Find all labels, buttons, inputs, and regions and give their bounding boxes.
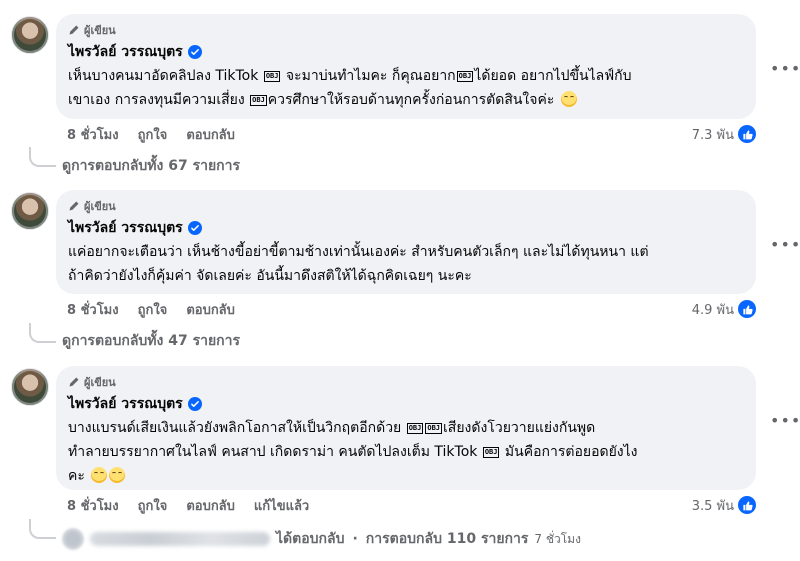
author-name[interactable]: ไพรวัลย์ วรรณบุตร: [68, 41, 183, 63]
comment-text-segment: มันคือการต่อยอดยังไง: [500, 444, 638, 460]
comment-text-segment: คะ: [68, 468, 90, 484]
reply-button[interactable]: ตอบกลับ: [186, 495, 235, 516]
object-replacement-glyph: OBJ: [406, 423, 424, 434]
rolling-eyes-emoji-icon: [91, 467, 108, 483]
like-button[interactable]: ถูกใจ: [138, 495, 168, 516]
separator-dot: ·: [352, 531, 358, 547]
comment-text-segment: ถ้าคิดว่ายังไงก็คุ้มค่า จัดเลยค่ะ อันนี้…: [68, 268, 472, 284]
comment-text-line: เขาเอง การลงทุนมีความเสี่ยง OBJ ควรศึกษาใ…: [68, 88, 744, 112]
thread-connector: [29, 323, 56, 343]
author-name[interactable]: ไพรวัลย์ วรรณบุตร: [68, 393, 183, 415]
reaction-summary[interactable]: 4.9 พัน: [686, 299, 756, 319]
like-button[interactable]: ถูกใจ: [138, 124, 168, 145]
rolling-eyes-emoji-icon: [109, 467, 126, 483]
author-avatar[interactable]: [11, 368, 49, 406]
pencil-icon: [68, 24, 80, 36]
like-reaction-icon: [738, 125, 756, 143]
author-badge-label: ผู้เขียน: [84, 24, 116, 37]
thread-connector: [29, 519, 56, 539]
comment-text-segment: เขาเอง การลงทุนมีความเสี่ยง: [68, 92, 250, 108]
comment-bubble: ผู้เขียนไพรวัลย์ วรรณบุตรแค่อยากจะเตือนว…: [56, 190, 756, 294]
reply-timestamp: 7 ชั่วโมง: [534, 531, 581, 546]
more-options-icon[interactable]: •••: [770, 61, 800, 84]
pencil-icon: [68, 200, 80, 212]
comment-actions: 8 ชั่วโมง ถูกใจ ตอบกลับ: [67, 299, 235, 319]
verified-badge-icon: [187, 221, 202, 235]
more-options-icon[interactable]: •••: [770, 413, 800, 436]
author-name-row: ไพรวัลย์ วรรณบุตร: [68, 41, 202, 63]
like-reaction-icon: [738, 496, 756, 514]
comment-text-segment: ควรศึกษาให้รอบด้านทุกครั้งก่อนการตัดสินใ…: [267, 92, 559, 108]
comment-actions: 8 ชั่วโมง ถูกใจ ตอบกลับ แก้ไขแล้ว: [67, 495, 309, 515]
object-replacement-glyph: OBJ: [263, 71, 281, 82]
author-name-row: ไพรวัลย์ วรรณบุตร: [68, 393, 202, 415]
rolling-eyes-emoji-icon: [560, 91, 577, 107]
replied-text: ได้ตอบกลับ: [276, 531, 345, 547]
comment-text-line: ทำลายบรรยากาศในไลฟ์ คนสาป เกิดดราม่า คนต…: [68, 440, 744, 464]
object-replacement-glyph: OBJ: [456, 71, 474, 82]
comment-text-line: บางแบรนด์เสียเงินแล้วยังพลิกโอกาสให้เป็น…: [68, 416, 744, 440]
comment-text-line: เห็นบางคนมาอัดคลิปลง TikTok OBJ จะมาบ่นท…: [68, 64, 744, 88]
thread-connector: [29, 147, 56, 167]
replies-count-link[interactable]: การตอบกลับ 110 รายการ: [366, 528, 529, 550]
comment-text-line: ถ้าคิดว่ายังไงก็คุ้มค่า จัดเลยค่ะ อันนี้…: [68, 264, 744, 288]
object-replacement-glyph: OBJ: [250, 95, 267, 106]
verified-badge-icon: [187, 45, 202, 59]
reply-button[interactable]: ตอบกลับ: [186, 124, 235, 145]
reply-preview-row[interactable]: ได้ตอบกลับ · การตอบกลับ 110 รายการ 7 ชั่วโม…: [62, 527, 581, 551]
view-replies-link[interactable]: ดูการตอบกลับทั้ง 47 รายการ: [62, 331, 240, 351]
author-name-row: ไพรวัลย์ วรรณบุตร: [68, 217, 202, 239]
comment-text-line: แค่อยากจะเตือนว่า เห็นช้างขี้อย่าขี้ตามช…: [68, 240, 744, 264]
replier-avatar: [62, 528, 84, 550]
reaction-count: 7.3 พัน: [691, 127, 734, 143]
view-replies-link[interactable]: ดูการตอบกลับทั้ง 67 รายการ: [62, 156, 240, 176]
pencil-icon: [68, 376, 80, 388]
comment-timestamp[interactable]: 8 ชั่วโมง: [67, 495, 119, 516]
reaction-summary[interactable]: 7.3 พัน: [686, 124, 756, 144]
comment-text-segment: จะมาบ่นทำไมคะ ก็คุณอยาก: [281, 68, 456, 84]
like-button[interactable]: ถูกใจ: [138, 299, 168, 320]
comment-text: เห็นบางคนมาอัดคลิปลง TikTok OBJ จะมาบ่นท…: [68, 64, 744, 112]
object-replacement-glyph: OBJ: [425, 423, 443, 434]
author-avatar[interactable]: [11, 16, 49, 54]
reaction-count: 3.5 พัน: [691, 498, 734, 514]
comment-bubble: ผู้เขียนไพรวัลย์ วรรณบุตรบางแบรนด์เสียเง…: [56, 366, 756, 490]
comment-text: แค่อยากจะเตือนว่า เห็นช้างขี้อย่าขี้ตามช…: [68, 240, 744, 288]
author-badge: ผู้เขียน: [68, 22, 116, 38]
reaction-summary[interactable]: 3.5 พัน: [686, 495, 756, 515]
comment-text-line: คะ: [68, 464, 744, 488]
reaction-count: 4.9 พัน: [691, 302, 734, 318]
reply-button[interactable]: ตอบกลับ: [186, 299, 235, 320]
author-avatar[interactable]: [11, 192, 49, 230]
like-reaction-icon: [738, 300, 756, 318]
comment-timestamp[interactable]: 8 ชั่วโมง: [67, 299, 119, 320]
replier-name-blurred: [90, 532, 270, 546]
comment-text-segment: ทำลายบรรยากาศในไลฟ์ คนสาป เกิดดราม่า คนต…: [68, 444, 482, 460]
comment-bubble: ผู้เขียน ไพรวัลย์ วรรณบุตร เห็นบางคนมาอัดค…: [56, 14, 756, 119]
author-name[interactable]: ไพรวัลย์ วรรณบุตร: [68, 217, 183, 239]
more-options-icon[interactable]: •••: [770, 237, 800, 260]
comment-text-segment: เห็นบางคนมาอัดคลิปลง TikTok: [68, 68, 263, 84]
object-replacement-glyph: OBJ: [482, 447, 500, 458]
author-badge-label: ผู้เขียน: [84, 200, 116, 213]
comment-text-segment: แค่อยากจะเตือนว่า เห็นช้างขี้อย่าขี้ตามช…: [68, 244, 649, 260]
comment-text: บางแบรนด์เสียเงินแล้วยังพลิกโอกาสให้เป็น…: [68, 416, 744, 488]
edited-label[interactable]: แก้ไขแล้ว: [254, 495, 309, 516]
comment-text-segment: บางแบรนด์เสียเงินแล้วยังพลิกโอกาสให้เป็น…: [68, 420, 406, 436]
author-badge-label: ผู้เขียน: [84, 376, 116, 389]
author-badge: ผู้เขียน: [68, 374, 116, 390]
comment-text-segment: เสียงดังโวยวายแย่งกันพูด: [443, 420, 596, 436]
author-badge: ผู้เขียน: [68, 198, 116, 214]
comment-text-segment: ได้ยอด อยากไปขึ้นไลฟ์กับ: [474, 68, 632, 84]
verified-badge-icon: [187, 397, 202, 411]
comment-timestamp[interactable]: 8 ชั่วโมง: [67, 124, 119, 145]
comment-actions: 8 ชั่วโมง ถูกใจ ตอบกลับ: [67, 124, 235, 144]
